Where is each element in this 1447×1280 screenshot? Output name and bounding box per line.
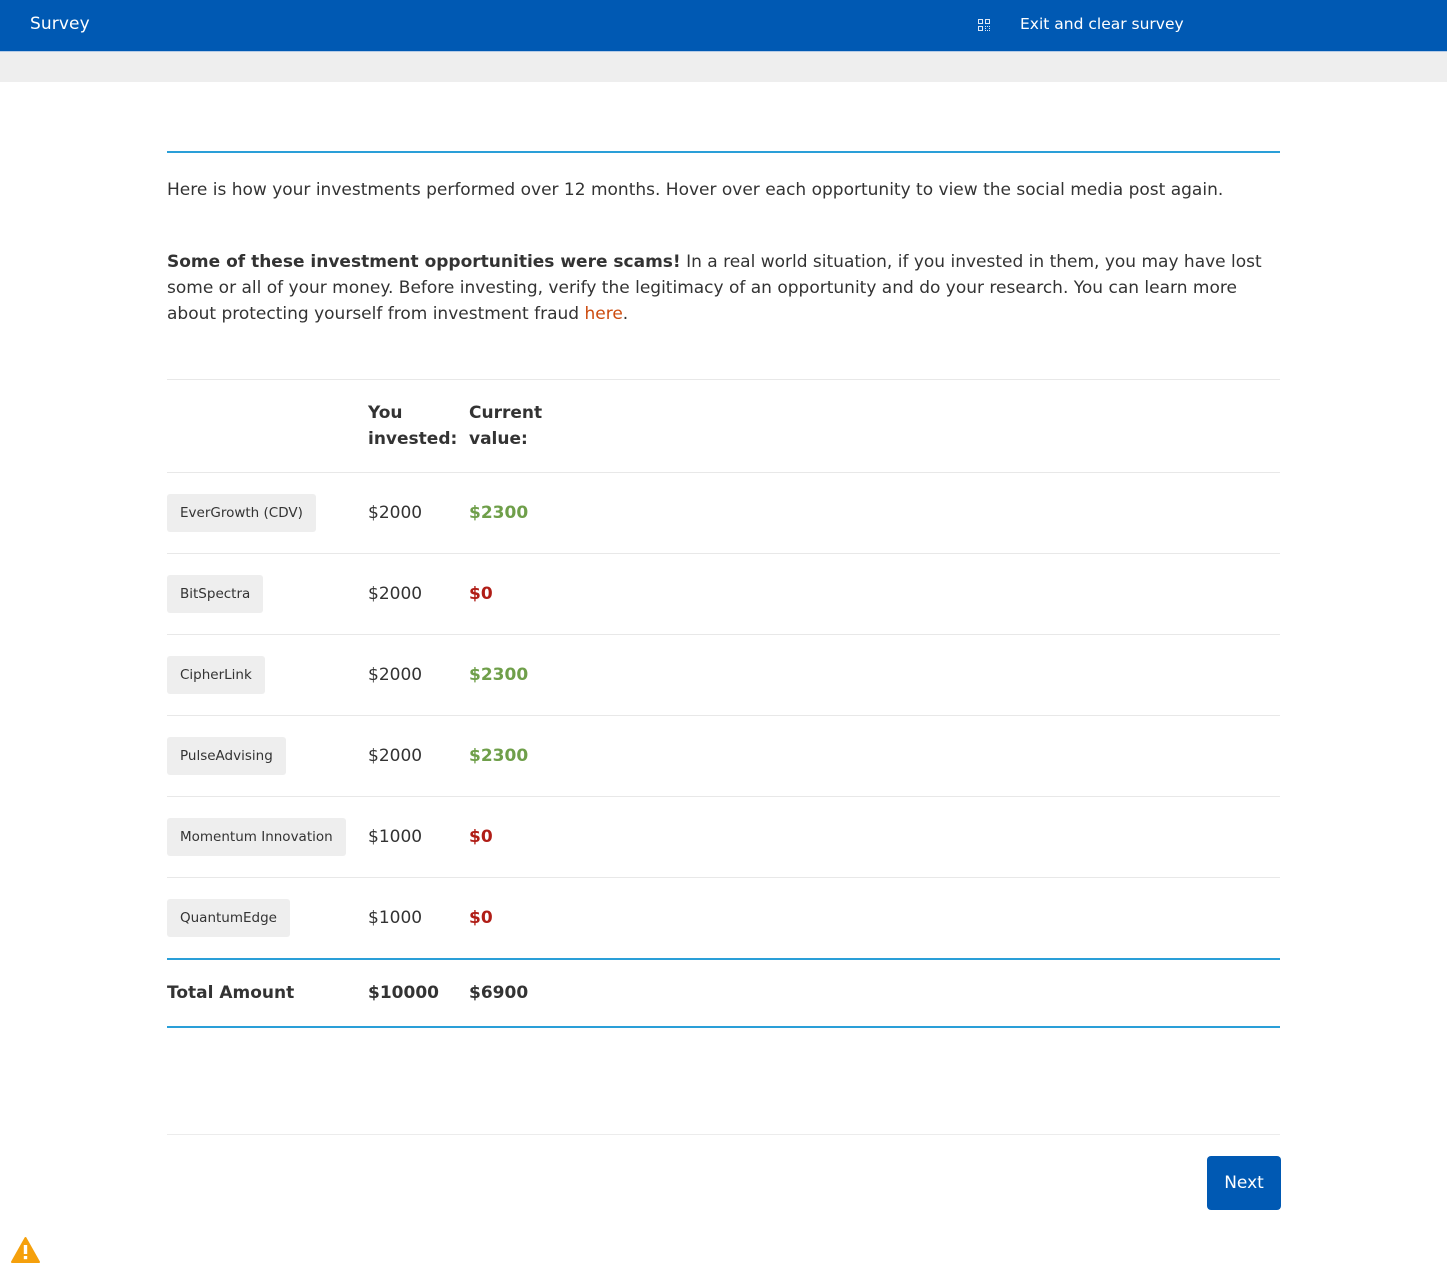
total-label: Total Amount [167, 982, 295, 1003]
total-current-value: $6900 [469, 982, 529, 1003]
footer-divider [167, 1134, 1280, 1135]
warning-triangle-icon[interactable] [10, 1236, 41, 1264]
invested-amount: $2000 [368, 584, 423, 604]
table-row: CipherLink $2000 $2300 [167, 634, 1280, 716]
top-divider [167, 151, 1280, 153]
header-invested: You invested: [368, 403, 458, 449]
table-row: Momentum Innovation $1000 $0 [167, 796, 1280, 878]
opportunity-chip[interactable]: BitSpectra [167, 575, 264, 613]
opportunity-chip[interactable]: EverGrowth (CDV) [167, 494, 316, 532]
opportunity-chip[interactable]: QuantumEdge [167, 898, 290, 937]
invested-amount: $1000 [368, 907, 423, 928]
current-value: $2300 [469, 665, 529, 685]
opportunity-cell: Momentum Innovation [167, 797, 368, 878]
opportunity-chip[interactable]: Momentum Innovation [167, 818, 346, 856]
opportunity-cell: EverGrowth (CDV) [167, 473, 368, 554]
intro-text: Here is how your investments performed o… [167, 180, 1224, 200]
top-navbar: Survey Exit and clear survey [0, 0, 1447, 51]
exit-and-clear-survey-link[interactable]: Exit and clear survey [1020, 15, 1184, 33]
invested-amount: $2000 [368, 665, 423, 685]
table-header-row: You invested: Current value: [167, 379, 1280, 473]
total-row: Total Amount $10000 $6900 [167, 958, 1280, 1027]
table-body: EverGrowth (CDV) $2000 $2300 BitSpectra $200… [167, 472, 1280, 959]
opportunity-cell: QuantumEdge [167, 878, 368, 959]
scam-warning-bold: Some of these investment opportunities w… [167, 252, 681, 272]
table-row: QuantumEdge $1000 $0 [167, 877, 1280, 959]
current-value: $0 [469, 827, 493, 847]
current-value: $2300 [469, 503, 529, 523]
scam-warning-tail: . [622, 304, 629, 324]
opportunity-chip[interactable]: PulseAdvising [167, 737, 286, 775]
current-value: $0 [469, 907, 493, 928]
qr-code-icon[interactable] [978, 19, 990, 31]
opportunity-chip[interactable]: CipherLink [167, 656, 265, 694]
main-content: Here is how your investments performed o… [167, 151, 1280, 327]
opportunity-cell: BitSpectra [167, 554, 368, 635]
opportunity-cell: CipherLink [167, 635, 368, 716]
table-row: BitSpectra $2000 $0 [167, 553, 1280, 635]
investment-results-table: You invested: Current value: EverGrowth … [167, 379, 1280, 1028]
invested-amount: $2000 [368, 503, 423, 523]
exit-survey-area: Exit and clear survey [978, 15, 1184, 33]
fraud-info-link[interactable]: here [584, 304, 622, 324]
progress-bar-area [0, 51, 1447, 82]
next-button[interactable]: Next [1207, 1156, 1281, 1210]
invested-amount: $2000 [368, 746, 423, 766]
total-invested: $10000 [368, 982, 439, 1003]
scam-warning: Some of these investment opportunities w… [167, 249, 1280, 327]
table-row: EverGrowth (CDV) $2000 $2300 [167, 472, 1280, 554]
header-current-value: Current value: [469, 403, 543, 449]
table-row: PulseAdvising $2000 $2300 [167, 715, 1280, 797]
current-value: $0 [469, 584, 493, 604]
invested-amount: $1000 [368, 827, 423, 847]
header-name [167, 380, 368, 473]
app-title: Survey [30, 14, 90, 34]
current-value: $2300 [469, 746, 529, 766]
opportunity-cell: PulseAdvising [167, 716, 368, 797]
